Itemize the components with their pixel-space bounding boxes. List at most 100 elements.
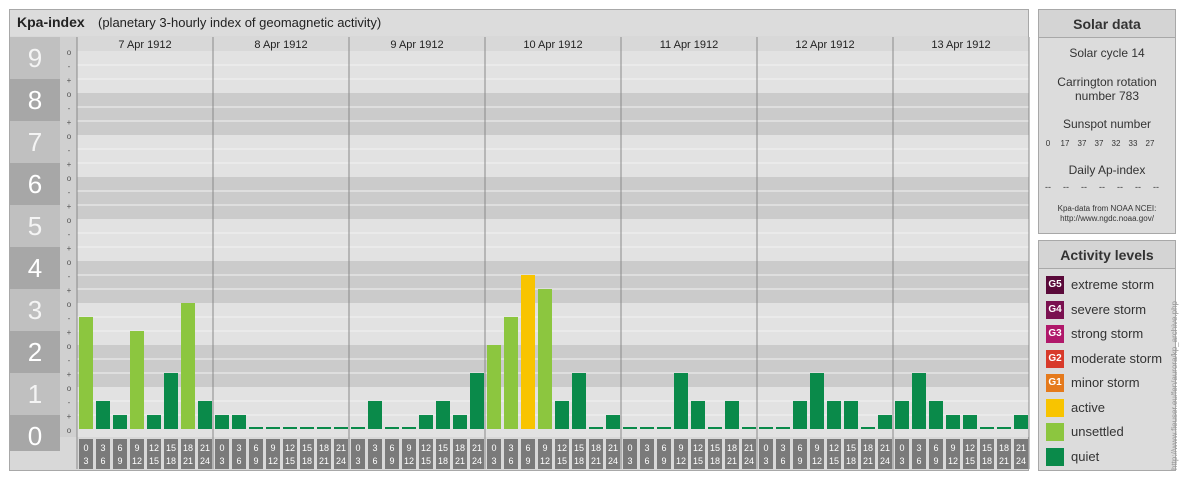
minor-tick-label: - xyxy=(68,188,71,197)
kp-bar xyxy=(181,303,195,429)
kp-bar xyxy=(317,427,331,429)
day-label: 7 Apr 1912 xyxy=(118,39,171,51)
hour-end-label: 3 xyxy=(219,456,224,466)
hour-start-label: 6 xyxy=(117,443,122,453)
hour-start-label: 9 xyxy=(950,443,955,453)
hour-end-label: 6 xyxy=(644,456,649,466)
hour-start-label: 3 xyxy=(644,443,649,453)
day-label: 12 Apr 1912 xyxy=(795,39,854,51)
hour-end-label: 18 xyxy=(438,456,448,466)
kp-bar xyxy=(1014,415,1028,429)
hour-end-label: 21 xyxy=(183,456,193,466)
hour-end-label: 15 xyxy=(693,456,703,466)
kp-bar xyxy=(96,400,110,429)
day-label: 9 Apr 1912 xyxy=(390,39,443,51)
minor-tick-label: o xyxy=(67,48,72,57)
solar-data-heading: Solar data xyxy=(1039,10,1175,38)
hour-end-label: 15 xyxy=(285,456,295,466)
solar-cycle: Solar cycle 14 xyxy=(1069,46,1145,60)
kp-bar xyxy=(470,373,484,429)
carrington-line1: Carrington rotation xyxy=(1057,75,1157,89)
minor-tick-label: + xyxy=(67,370,72,379)
hour-end-label: 21 xyxy=(319,456,329,466)
hour-start-label: 18 xyxy=(727,443,737,453)
kp-bar xyxy=(334,427,348,429)
hour-start-label: 3 xyxy=(100,443,105,453)
hour-start-label: 18 xyxy=(863,443,873,453)
hour-start-label: 3 xyxy=(236,443,241,453)
legend-swatch xyxy=(1046,423,1064,441)
hour-start-label: 12 xyxy=(285,443,295,453)
legend-swatch xyxy=(1046,398,1064,417)
kp-bar xyxy=(521,274,535,429)
minor-tick-label: o xyxy=(67,258,72,267)
kp-bar xyxy=(912,373,926,429)
legend-label: active xyxy=(1071,399,1105,415)
hour-start-label: 18 xyxy=(183,443,193,453)
kp-bar xyxy=(215,415,229,429)
minor-tick-label: o xyxy=(67,426,72,435)
kp-bar xyxy=(725,400,739,429)
kp-bar xyxy=(997,427,1011,429)
ap-value: -- xyxy=(1153,182,1159,192)
kpa-chart: 0123456789o+-o+-o+-o+-o+-o+-o+-o+-o+-o7 … xyxy=(10,37,1030,469)
kp-bar xyxy=(368,400,382,429)
legend-swatch: G4 xyxy=(1046,300,1064,319)
hour-start-label: 18 xyxy=(455,443,465,453)
kp-bar xyxy=(827,400,841,429)
legend-label: strong storm xyxy=(1071,326,1144,341)
kp-bar xyxy=(708,427,722,429)
day-label: 11 Apr 1912 xyxy=(660,39,719,51)
activity-levels-heading: Activity levels xyxy=(1039,241,1175,269)
minor-tick-label: o xyxy=(67,384,72,393)
kp-axis-label: 7 xyxy=(28,127,42,157)
hour-end-label: 21 xyxy=(999,456,1009,466)
hour-end-label: 3 xyxy=(627,456,632,466)
hour-end-label: 15 xyxy=(149,456,159,466)
kp-bar xyxy=(385,427,399,429)
minor-tick-label: + xyxy=(67,118,72,127)
kp-bar xyxy=(249,427,263,429)
hour-end-label: 18 xyxy=(846,456,856,466)
hour-start-label: 3 xyxy=(916,443,921,453)
kp-bar xyxy=(283,427,297,429)
sunspot-value: 37 xyxy=(1094,139,1104,148)
kp-bar xyxy=(657,427,671,429)
hour-start-label: 6 xyxy=(661,443,666,453)
kp-bar xyxy=(402,427,416,429)
hour-start-label: 15 xyxy=(166,443,176,453)
hour-start-label: 3 xyxy=(508,443,513,453)
legend-label: minor storm xyxy=(1071,375,1140,390)
minor-tick-label: o xyxy=(67,90,72,99)
hour-start-label: 21 xyxy=(744,443,754,453)
solar-data-panel: Solar data Solar cycle 14 Carrington rot… xyxy=(1038,9,1176,234)
sunspot-label: Sunspot number xyxy=(1062,117,1152,131)
hour-end-label: 24 xyxy=(200,456,210,466)
kp-axis-label: 1 xyxy=(28,379,42,409)
hour-end-label: 9 xyxy=(389,456,394,466)
kp-bar xyxy=(963,415,977,429)
kp-bar xyxy=(436,400,450,429)
hour-end-label: 24 xyxy=(336,456,346,466)
hour-end-label: 18 xyxy=(574,456,584,466)
kp-bar xyxy=(419,415,433,429)
kp-bar xyxy=(810,373,824,429)
minor-tick-label: - xyxy=(68,146,71,155)
hour-end-label: 24 xyxy=(472,456,482,466)
minor-tick-label: - xyxy=(68,62,71,71)
hour-start-label: 12 xyxy=(693,443,703,453)
hour-start-label: 12 xyxy=(557,443,567,453)
kp-bar xyxy=(606,415,620,429)
hour-start-label: 12 xyxy=(421,443,431,453)
hour-end-label: 9 xyxy=(661,456,666,466)
minor-tick-label: + xyxy=(67,328,72,337)
legend-swatch: G2 xyxy=(1046,349,1064,368)
kp-band xyxy=(77,261,1029,303)
kp-bar xyxy=(793,400,807,429)
kp-bar xyxy=(504,316,518,429)
minor-tick-label: + xyxy=(67,286,72,295)
legend-swatch: G1 xyxy=(1046,374,1064,392)
minor-tick-label: o xyxy=(67,174,72,183)
sunspot-value: 27 xyxy=(1145,139,1155,148)
kp-bar xyxy=(878,415,892,429)
